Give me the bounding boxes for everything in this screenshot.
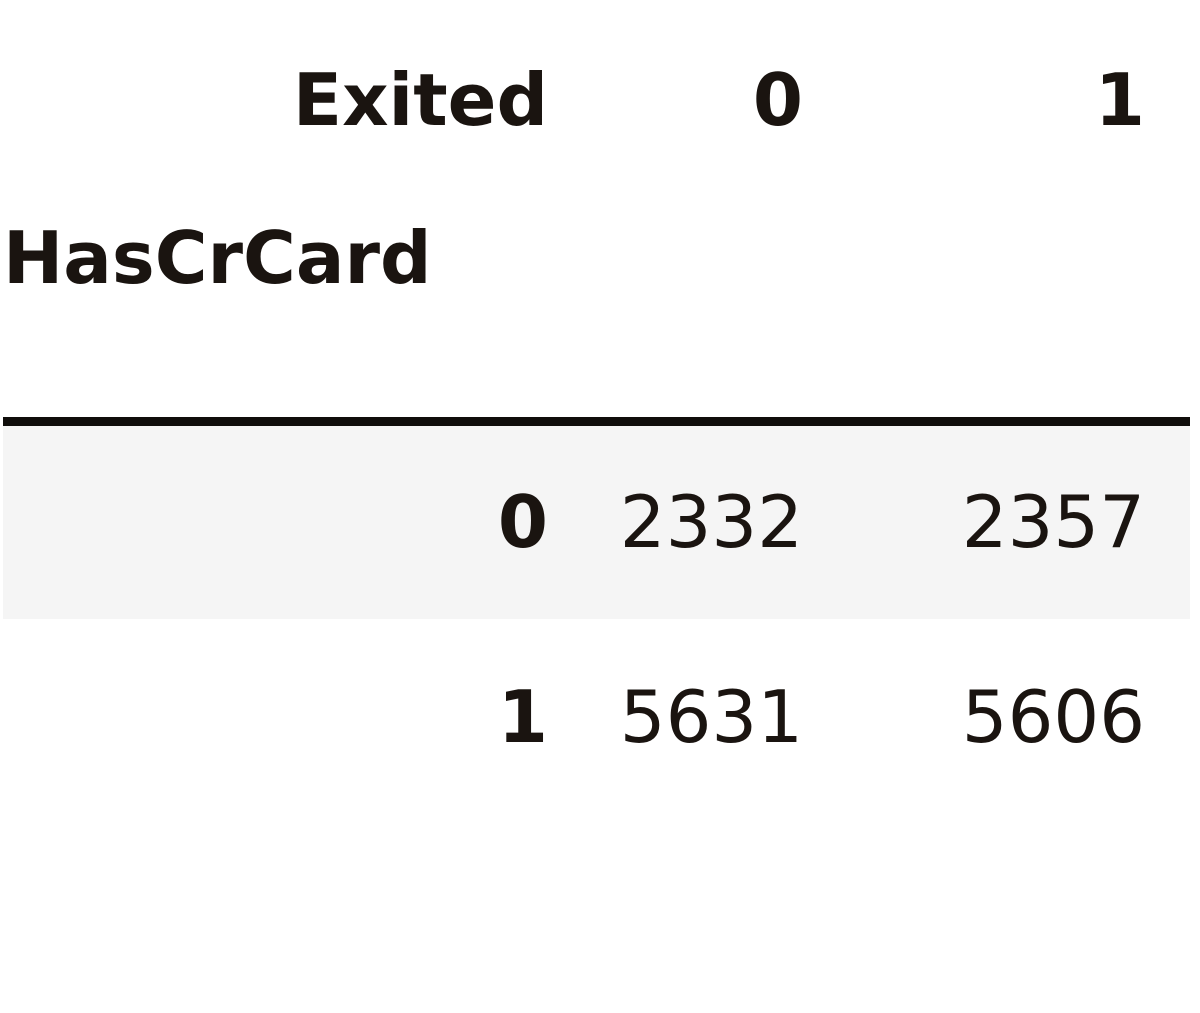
cell-r0-c1: 2357 (961, 480, 1145, 565)
column-header-1: 1 (1094, 58, 1145, 142)
column-header-0: 0 (752, 58, 803, 142)
spacer-cell-index (3, 816, 548, 1013)
cell-r1-c0: 5631 (619, 675, 803, 759)
cell-r0-c0: 2332 (619, 480, 803, 565)
crosstab-container: Exited 0 1 HasCrCard 0 2332 2357 1 5631 … (0, 0, 1200, 816)
table-body: 0 2332 2357 1 5631 5606 (3, 421, 1190, 1013)
spacer-cell-0 (548, 816, 848, 1013)
cell-r1-c1: 5606 (961, 675, 1145, 759)
row-index-0: 0 (497, 480, 548, 565)
columns-axis-name: Exited (292, 58, 548, 142)
column-header-row: Exited 0 1 (3, 0, 1190, 200)
table-bottom-spacer (3, 816, 1190, 1013)
spacer-cell-1 (848, 816, 1190, 1013)
table-header: Exited 0 1 HasCrCard (3, 0, 1190, 426)
index-axis-name: HasCrCard (3, 216, 432, 300)
index-name-row: HasCrCard (3, 200, 1190, 417)
index-name-spacer-1 (848, 200, 1190, 417)
table-row: 1 5631 5606 (3, 618, 1190, 816)
crosstab-table: Exited 0 1 HasCrCard 0 2332 2357 1 5631 … (3, 0, 1190, 1013)
row-index-1: 1 (497, 675, 548, 759)
table-row: 0 2332 2357 (3, 421, 1190, 619)
index-name-spacer-0 (548, 200, 848, 417)
